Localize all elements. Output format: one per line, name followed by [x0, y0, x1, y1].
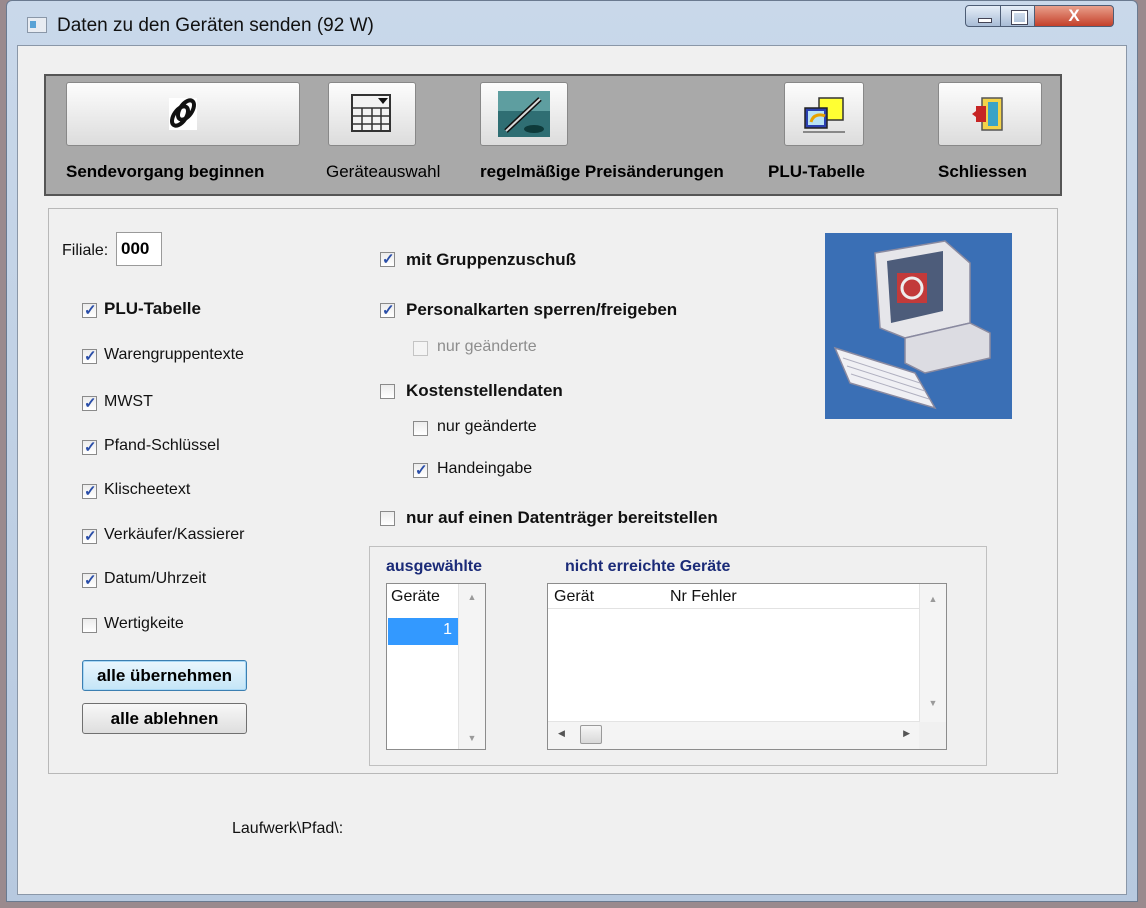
cost-centers-label: Kostenstellendaten [406, 381, 563, 400]
plu-table-button[interactable] [784, 82, 864, 146]
title-bar[interactable]: Daten zu den Geräten senden (92 W) X [7, 1, 1137, 45]
chain-link-icon [169, 98, 197, 130]
toolbar: Sendevorgang beginnen Geräteauswahl rege… [44, 74, 1062, 196]
price-change-button[interactable] [480, 82, 568, 146]
manual-input-checkbox[interactable] [413, 461, 428, 479]
filiale-label: Filiale: [62, 242, 109, 259]
scroll-down-arrow-icon[interactable]: ▼ [920, 698, 946, 708]
group-subsidy-checkbox[interactable] [380, 250, 395, 268]
datum-label: Datum/Uhrzeit [104, 570, 207, 587]
computer-illustration [825, 233, 1012, 419]
pfand-label: Pfand-Schlüssel [104, 437, 220, 454]
app-icon [27, 17, 47, 33]
datum-checkbox[interactable] [82, 571, 97, 589]
plu-table-option-label: PLU-Tabelle [104, 299, 201, 318]
pen-nib-icon [498, 91, 550, 137]
cost-centers-checkbox[interactable] [380, 384, 395, 399]
staff-cards-checkbox[interactable] [380, 301, 395, 319]
window-title: Daten zu den Geräten senden (92 W) [57, 15, 374, 36]
scroll-corner [919, 722, 946, 749]
scroll-up-arrow-icon[interactable]: ▲ [920, 594, 946, 604]
failed-heading: nicht erreichte Geräte [565, 558, 731, 575]
devices-label: Geräteauswahl [326, 162, 441, 181]
staff-changed-label: nur geänderte [437, 338, 537, 355]
table-grid-icon [351, 94, 391, 132]
error-column-header[interactable]: Nr Fehler [670, 588, 737, 606]
minimize-button[interactable] [965, 5, 1001, 27]
manual-input-label: Handeingabe [437, 460, 533, 477]
verkaeufer-checkbox[interactable] [82, 527, 97, 545]
list-item[interactable]: 1 [388, 618, 458, 645]
pfand-checkbox[interactable] [82, 438, 97, 456]
wertigkeite-label: Wertigkeitе [104, 615, 184, 632]
staff-cards-label: Personalkarten sperren/freigeben [406, 300, 678, 319]
failed-devices-list[interactable]: Gerät Nr Fehler ▲ ▼ ◀ ▶ [547, 583, 947, 750]
price-change-label: regelmäßige Preisänderungen [480, 162, 724, 181]
staff-changed-checkbox[interactable] [413, 341, 428, 356]
accept-all-button[interactable]: alle übernehmen [82, 660, 247, 691]
computer-icon [825, 233, 1012, 419]
exit-door-icon [972, 97, 1003, 131]
filiale-input[interactable]: 000 [116, 232, 162, 266]
scroll-down-arrow-icon[interactable]: ▼ [459, 733, 485, 743]
scroll-thumb[interactable] [580, 725, 602, 744]
send-label: Sendevorgang beginnen [66, 162, 265, 181]
selected-list-scrollbar[interactable]: ▲ ▼ [458, 584, 485, 749]
selected-heading: ausgewählte [386, 558, 483, 575]
maximize-button[interactable] [1000, 5, 1035, 27]
data-carrier-label: nur auf einen Datenträger bereitstellen [406, 508, 718, 527]
path-label: Laufwerk\Pfad\: [232, 820, 344, 837]
cost-changed-label: nur geänderte [437, 418, 537, 435]
scroll-up-arrow-icon[interactable]: ▲ [459, 592, 485, 602]
klischee-label: Klischeetext [104, 481, 191, 498]
table-transfer-icon [803, 97, 845, 133]
reject-all-button[interactable]: alle ablehnen [82, 703, 247, 734]
close-label: Schliessen [938, 162, 1027, 181]
mwst-checkbox[interactable] [82, 394, 97, 412]
scroll-right-arrow-icon[interactable]: ▶ [903, 728, 910, 739]
failed-list-vscrollbar[interactable]: ▲ ▼ [919, 584, 946, 722]
selected-column-header: Geräte [391, 588, 440, 605]
scroll-left-arrow-icon[interactable]: ◀ [558, 728, 565, 739]
plu-table-label: PLU-Tabelle [768, 162, 865, 181]
devices-button[interactable] [328, 82, 416, 146]
warengruppen-checkbox[interactable] [82, 347, 97, 365]
group-subsidy-label: mit Gruppenzuschuß [406, 250, 576, 269]
cost-changed-checkbox[interactable] [413, 421, 428, 436]
warengruppen-label: Warengruppentexte [104, 346, 244, 363]
close-window-button[interactable]: X [1034, 5, 1114, 27]
plu-table-checkbox[interactable] [82, 301, 97, 319]
list-item-value: 1 [443, 621, 452, 638]
failed-list-hscrollbar[interactable]: ◀ ▶ [548, 721, 920, 749]
klischee-checkbox[interactable] [82, 482, 97, 500]
data-carrier-checkbox[interactable] [380, 511, 395, 526]
selected-devices-list[interactable]: Geräte 1 ▲ ▼ [386, 583, 486, 750]
close-button[interactable] [938, 82, 1042, 146]
verkaeufer-label: Verkäufer/Kassierer [104, 526, 245, 543]
wertigkeite-checkbox[interactable] [82, 618, 97, 633]
device-column-header[interactable]: Gerät [554, 588, 594, 606]
send-button[interactable] [66, 82, 300, 146]
mwst-label: MWST [104, 393, 153, 410]
failed-list-header: Gerät Nr Fehler [548, 584, 920, 609]
